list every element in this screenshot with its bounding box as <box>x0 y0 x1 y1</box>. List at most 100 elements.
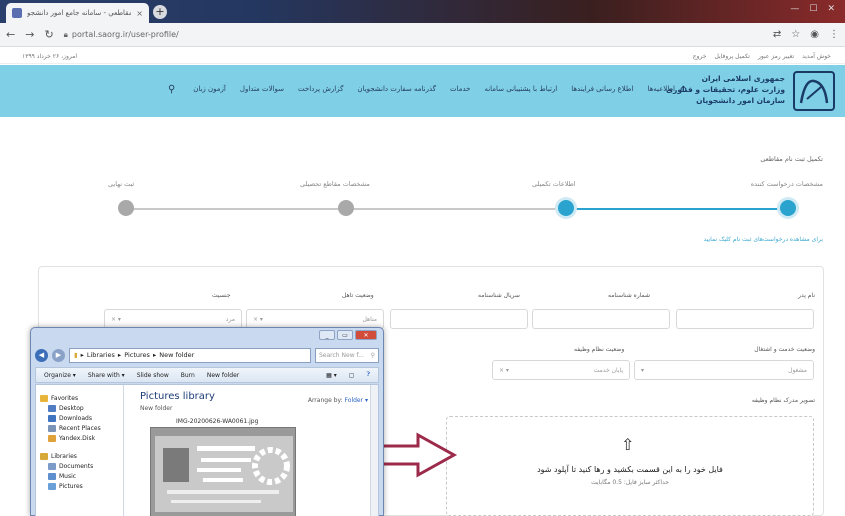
maximize-icon[interactable]: ☐ <box>809 4 817 14</box>
back-icon[interactable]: ◀ <box>35 348 48 362</box>
menu-item[interactable]: ارتباط با پشتیبانی سامانه <box>484 85 557 93</box>
ministry-logo[interactable] <box>793 71 835 111</box>
pictures-icon <box>48 482 56 490</box>
explorer-window-controls: _ ▭ ✕ <box>319 330 377 340</box>
step-label-2: اطلاعات تکمیلی <box>532 180 576 188</box>
nav-item[interactable]: Pictures <box>40 481 119 491</box>
back-icon[interactable]: ← <box>6 28 15 41</box>
nav-item[interactable]: Recent Places <box>40 423 119 433</box>
site-topbar: امروز، ۲۶ خرداد ۱۳۹۹ خوش آمدید تغییر رمز… <box>0 48 845 64</box>
label-gender: جنسیت <box>212 292 231 299</box>
lock-icon: 🔒︎ <box>63 29 68 39</box>
id-number-field[interactable] <box>532 309 670 329</box>
star-icon[interactable]: ☆ <box>791 29 800 40</box>
nav-favorites[interactable]: Favorites <box>40 393 119 403</box>
path-segment[interactable]: Pictures <box>124 351 150 359</box>
folder-icon: ▮ <box>74 351 78 359</box>
requests-link[interactable]: برای مشاهده درخواست‌های ثبت نام کلیک نما… <box>704 236 824 243</box>
select-clear-icon[interactable]: × ▾ <box>111 316 121 323</box>
nav-item[interactable]: Music <box>40 471 119 481</box>
nav-item[interactable]: Documents <box>40 461 119 471</box>
browser-toolbar: ← → ↻ 🔒︎ portal.saorg.ir/user-profile/ ⇄… <box>0 23 845 47</box>
conscription-select[interactable]: × ▾ پایان خدمت <box>492 360 630 380</box>
image-thumbnail[interactable] <box>150 427 296 516</box>
menu-item[interactable]: گذرنامه سفارت دانشجویان <box>357 85 436 93</box>
dropzone-text: فایل خود را به این قسمت بکشید و رها کنید… <box>537 465 723 474</box>
step-dot-1[interactable] <box>780 200 796 216</box>
share-button[interactable]: Share with ▾ <box>88 372 125 379</box>
label-id-serial: سریال شناسنامه <box>478 292 520 299</box>
browser-tab[interactable]: ثبت نام مقاطعي - سامانه جامع امور دانشجو… <box>6 3 149 23</box>
desktop-icon <box>48 404 56 412</box>
address-bar[interactable]: 🔒︎ portal.saorg.ir/user-profile/ <box>64 30 763 40</box>
menu-item[interactable]: گزارش پرداخت <box>298 85 343 93</box>
nav-item[interactable]: Yandex.Disk <box>40 433 119 443</box>
topbar-link[interactable]: تغییر رمز عبور <box>758 53 794 60</box>
menu-item[interactable]: سوالات متداول <box>240 85 284 93</box>
window-controls: — ☐ ✕ <box>790 4 835 14</box>
new-folder-button[interactable]: New folder <box>207 372 239 379</box>
menu-item[interactable]: اطلاع رسانی فرایندها <box>571 85 633 93</box>
slideshow-button[interactable]: Slide show <box>137 372 169 379</box>
menu-item[interactable]: آزمون زبان <box>193 85 226 93</box>
home-icon[interactable]: ⌂ <box>680 82 687 95</box>
yandex-disk-icon <box>48 434 56 442</box>
path-segment[interactable]: New folder <box>159 351 194 359</box>
nav-libraries[interactable]: Libraries <box>40 451 119 461</box>
minimize-icon[interactable]: _ <box>319 330 335 340</box>
explorer-scrollbar[interactable] <box>370 385 378 516</box>
new-tab-button[interactable]: + <box>153 5 167 19</box>
step-dot-2[interactable] <box>558 200 574 216</box>
help-icon[interactable]: ❓︎ <box>366 371 370 379</box>
military-select[interactable]: ▾ مشغول <box>634 360 814 380</box>
topbar-link[interactable]: خروج <box>693 53 707 60</box>
explorer-nav-pane: Favorites Desktop Downloads Recent Place… <box>36 385 124 516</box>
organize-button[interactable]: Organize ▾ <box>44 372 76 379</box>
music-icon <box>48 472 56 480</box>
topbar-link[interactable]: تکمیل پروفایل <box>714 53 750 60</box>
arrange-by[interactable]: Arrange by: Folder ▾ <box>308 397 368 404</box>
star-icon <box>40 394 48 402</box>
step-dot-4[interactable] <box>118 200 134 216</box>
account-icon[interactable]: ◉ <box>810 29 819 40</box>
chevron-down-icon[interactable]: ▾ <box>641 367 644 374</box>
topbar-link[interactable]: خوش آمدید <box>802 53 831 60</box>
burn-button[interactable]: Burn <box>181 372 195 379</box>
upload-icon[interactable]: ⇧ <box>621 435 634 454</box>
nav-item[interactable]: Downloads <box>40 413 119 423</box>
close-icon[interactable]: ✕ <box>355 330 377 340</box>
forward-icon[interactable]: → <box>25 28 34 41</box>
view-options-icon[interactable]: ▦ ▾ <box>326 372 337 379</box>
maximize-icon[interactable]: ▭ <box>337 330 353 340</box>
translate-icon[interactable]: ⇄ <box>773 29 781 40</box>
forward-icon[interactable]: ▶ <box>52 348 65 362</box>
explorer-body: Favorites Desktop Downloads Recent Place… <box>35 384 379 516</box>
explorer-search-input[interactable]: Search New f... ⚲ <box>315 347 379 363</box>
nav-item[interactable]: Desktop <box>40 403 119 413</box>
select-clear-icon[interactable]: × ▾ <box>499 367 509 374</box>
search-icon[interactable]: ⚲ <box>168 84 175 95</box>
label-id-number: شماره شناسنامه <box>608 292 651 299</box>
marital-select[interactable]: × ▾ متاهل <box>246 309 384 329</box>
tab-title: ثبت نام مقاطعي - سامانه جامع امور دانشجو <box>27 9 132 17</box>
preview-pane-icon[interactable]: ▢ <box>349 372 355 379</box>
path-segment[interactable]: Libraries <box>87 351 115 359</box>
gender-select[interactable]: × ▾ مرد <box>104 309 242 329</box>
close-icon[interactable]: ✕ <box>827 4 835 14</box>
menu-item[interactable]: اطلاعيه‌ها <box>647 85 675 93</box>
label-doc-upload: تصویر مدرک نظام وظیفه <box>751 397 815 404</box>
minimize-icon[interactable]: — <box>790 4 799 14</box>
explorer-path[interactable]: ▮ ▸ Libraries ▸ Pictures ▸ New folder <box>69 347 311 363</box>
explorer-content: Pictures library New folder Arrange by: … <box>128 385 378 516</box>
reload-icon[interactable]: ↻ <box>44 28 53 41</box>
step-dot-3[interactable] <box>338 200 354 216</box>
menu-item[interactable]: خدمات <box>450 85 470 93</box>
select-clear-icon[interactable]: × ▾ <box>253 316 263 323</box>
tab-close-icon[interactable]: × <box>136 9 143 18</box>
site-header: جمهوری اسلامی ایران وزارت علوم، تحقیقات … <box>0 65 845 117</box>
first-name-field[interactable] <box>676 309 814 329</box>
id-serial-field[interactable] <box>390 309 528 329</box>
file-explorer-window: _ ▭ ✕ ◀ ▶ ▮ ▸ Libraries ▸ Pictures ▸ New… <box>30 327 384 516</box>
menu-dots-icon[interactable]: ⋮ <box>829 29 839 40</box>
file-dropzone[interactable]: ⇧ فایل خود را به این قسمت بکشید و رها کن… <box>446 416 814 516</box>
